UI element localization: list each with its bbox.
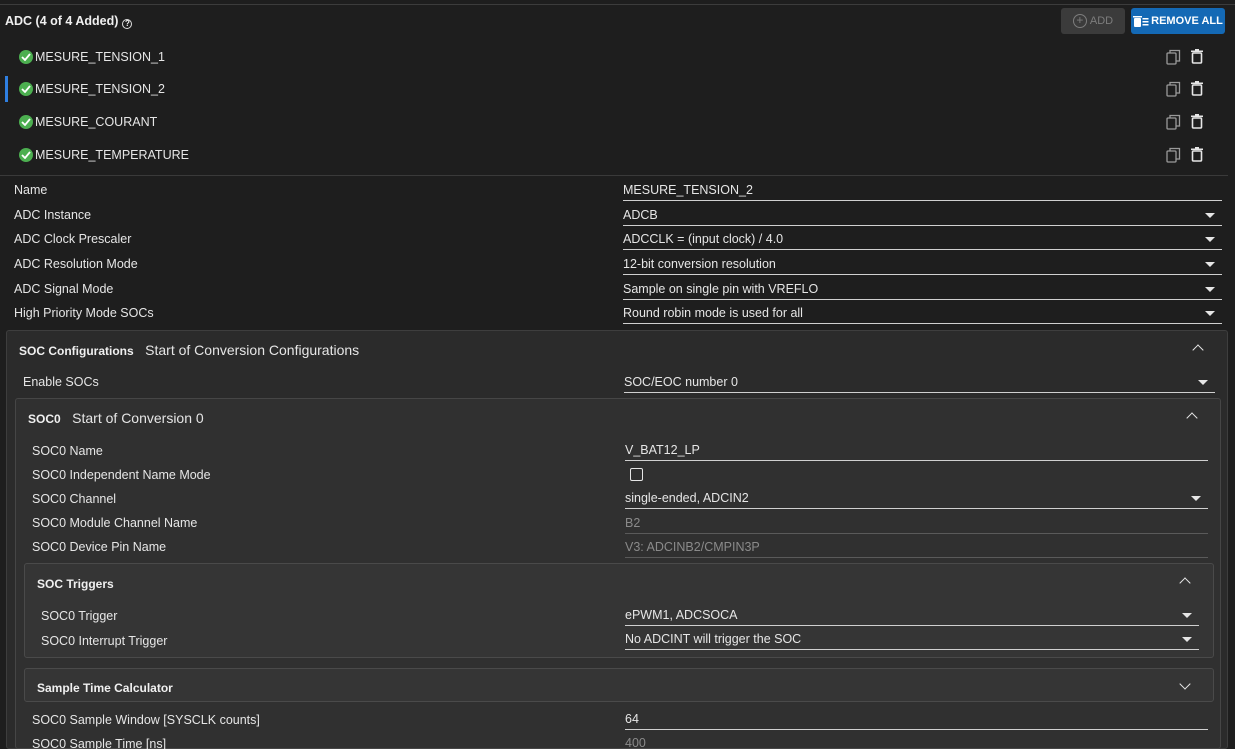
- dropdown-caret-icon: [1191, 496, 1201, 501]
- trash-icon[interactable]: [1191, 147, 1203, 165]
- instance-row[interactable]: MESURE_TEMPERATURE: [0, 138, 1235, 171]
- instance-row[interactable]: MESURE_TENSION_1: [0, 40, 1235, 73]
- module-title: ADC (4 of 4 Added): [5, 14, 119, 28]
- property-select[interactable]: 12-bit conversion resolution: [623, 255, 1222, 275]
- property-select[interactable]: Round robin mode is used for all: [623, 304, 1222, 324]
- soc0-title-bold: SOC0: [28, 412, 61, 426]
- soc0-sample-time-label: SOC0 Sample Time [ns]: [32, 737, 167, 749]
- property-label: Name: [14, 183, 48, 197]
- property-label: ADC Resolution Mode: [14, 257, 138, 271]
- soc0-name-value: V_BAT12_LP: [625, 443, 700, 457]
- soc0-sample-window-value: 64: [625, 712, 639, 726]
- soc0-name-input[interactable]: V_BAT12_LP: [625, 441, 1208, 461]
- soc0-interrupt-trigger-select[interactable]: No ADCINT will trigger the SOC: [625, 630, 1199, 650]
- property-input[interactable]: MESURE_TENSION_2: [623, 181, 1222, 201]
- remove-all-label: REMOVE ALL: [1151, 15, 1223, 27]
- dropdown-caret-icon: [1198, 380, 1208, 385]
- soc-triggers-title[interactable]: SOC Triggers: [37, 577, 114, 591]
- soc-configurations-title: Start of Conversion Configurations: [145, 342, 360, 358]
- property-label: ADC Signal Mode: [14, 282, 114, 296]
- trash-icon[interactable]: [1191, 81, 1203, 99]
- trash-icon[interactable]: [1191, 114, 1203, 132]
- soc-configurations-title-bold: SOC Configurations: [19, 344, 134, 358]
- add-button[interactable]: + ADD: [1061, 8, 1125, 34]
- dropdown-caret-icon: [1182, 637, 1192, 642]
- soc0-header[interactable]: SOC0 Start of Conversion 0: [28, 410, 204, 426]
- enable-socs-label: Enable SOCs: [23, 375, 99, 389]
- property-select[interactable]: Sample on single pin with VREFLO: [623, 280, 1222, 300]
- property-select[interactable]: ADCCLK = (input clock) / 4.0: [623, 230, 1222, 250]
- soc0-device-pin-field: V3: ADCINB2/CMPIN3P: [625, 538, 1208, 558]
- sample-time-calculator-panel[interactable]: [24, 668, 1214, 702]
- soc0-trigger-label: SOC0 Trigger: [41, 609, 118, 623]
- instance-name: MESURE_TENSION_1: [35, 50, 165, 64]
- soc0-device-pin-label: SOC0 Device Pin Name: [32, 540, 167, 554]
- dropdown-caret-icon: [1205, 311, 1215, 316]
- soc0-channel-label: SOC0 Channel: [32, 492, 117, 506]
- enable-socs-value: SOC/EOC number 0: [624, 375, 738, 389]
- instance-name: MESURE_COURANT: [35, 115, 158, 129]
- soc0-independent-name-label: SOC0 Independent Name Mode: [32, 468, 211, 482]
- check-circle-icon: [19, 50, 33, 64]
- soc0-trigger-value: ePWM1, ADCSOCA: [625, 608, 738, 622]
- property-value: MESURE_TENSION_2: [623, 183, 753, 197]
- selection-indicator: [5, 76, 8, 102]
- soc0-module-channel-label: SOC0 Module Channel Name: [32, 516, 198, 530]
- soc0-title: Start of Conversion 0: [72, 410, 204, 426]
- soc0-interrupt-trigger-label: SOC0 Interrupt Trigger: [41, 634, 168, 648]
- module-header: ADC (4 of 4 Added)?: [5, 14, 133, 29]
- dropdown-caret-icon: [1205, 237, 1215, 242]
- soc0-channel-value: single-ended, ADCIN2: [625, 491, 749, 505]
- property-value: Round robin mode is used for all: [623, 306, 803, 320]
- property-value: 12-bit conversion resolution: [623, 257, 776, 271]
- top-divider: [0, 4, 1235, 5]
- plus-circle-icon: +: [1072, 14, 1087, 28]
- property-label: ADC Clock Prescaler: [14, 232, 132, 246]
- soc0-device-pin-value: V3: ADCINB2/CMPIN3P: [625, 540, 760, 554]
- soc0-module-channel-value: B2: [625, 516, 641, 530]
- check-circle-icon: [19, 148, 33, 162]
- dropdown-caret-icon: [1182, 613, 1192, 618]
- copy-icon[interactable]: [1166, 114, 1181, 133]
- dropdown-caret-icon: [1205, 287, 1215, 292]
- property-select[interactable]: ADCB: [623, 206, 1222, 226]
- property-value: Sample on single pin with VREFLO: [623, 282, 819, 296]
- dropdown-caret-icon: [1205, 262, 1215, 267]
- soc0-sample-window-label: SOC0 Sample Window [SYSCLK counts]: [32, 713, 260, 727]
- dropdown-caret-icon: [1205, 213, 1215, 218]
- soc0-interrupt-trigger-value: No ADCINT will trigger the SOC: [625, 632, 802, 646]
- property-value: ADCB: [623, 208, 658, 222]
- soc0-sample-time-value: 400: [625, 736, 646, 749]
- check-circle-icon: [19, 82, 33, 96]
- property-label: High Priority Mode SOCs: [14, 306, 154, 320]
- enable-socs-select[interactable]: SOC/EOC number 0: [624, 373, 1215, 393]
- soc-configurations-header[interactable]: SOC Configurations Start of Conversion C…: [19, 342, 359, 358]
- soc0-trigger-select[interactable]: ePWM1, ADCSOCA: [625, 606, 1199, 626]
- soc0-sample-window-input[interactable]: 64: [625, 710, 1208, 730]
- instance-name: MESURE_TEMPERATURE: [35, 148, 189, 162]
- copy-icon[interactable]: [1166, 49, 1181, 68]
- property-value: ADCCLK = (input clock) / 4.0: [623, 232, 784, 246]
- instance-name: MESURE_TENSION_2: [35, 82, 165, 96]
- sample-time-calculator-title[interactable]: Sample Time Calculator: [37, 681, 173, 695]
- remove-all-button[interactable]: REMOVE ALL: [1131, 8, 1225, 34]
- trash-list-icon: [1133, 15, 1149, 27]
- help-icon[interactable]: ?: [122, 19, 133, 29]
- instance-row[interactable]: MESURE_COURANT: [0, 105, 1235, 138]
- add-button-label: ADD: [1089, 15, 1114, 27]
- copy-icon[interactable]: [1166, 147, 1181, 166]
- soc0-channel-select[interactable]: single-ended, ADCIN2: [625, 489, 1208, 509]
- instance-row[interactable]: MESURE_TENSION_2: [0, 72, 1235, 105]
- soc0-name-label: SOC0 Name: [32, 444, 103, 458]
- soc0-module-channel-field: B2: [625, 514, 1208, 534]
- property-label: ADC Instance: [14, 208, 92, 222]
- soc0-independent-name-checkbox[interactable]: [630, 468, 643, 481]
- trash-icon[interactable]: [1191, 49, 1203, 67]
- check-circle-icon: [19, 115, 33, 129]
- section-divider: [0, 175, 1228, 176]
- copy-icon[interactable]: [1166, 81, 1181, 100]
- soc0-sample-time-field: 400: [625, 734, 1208, 749]
